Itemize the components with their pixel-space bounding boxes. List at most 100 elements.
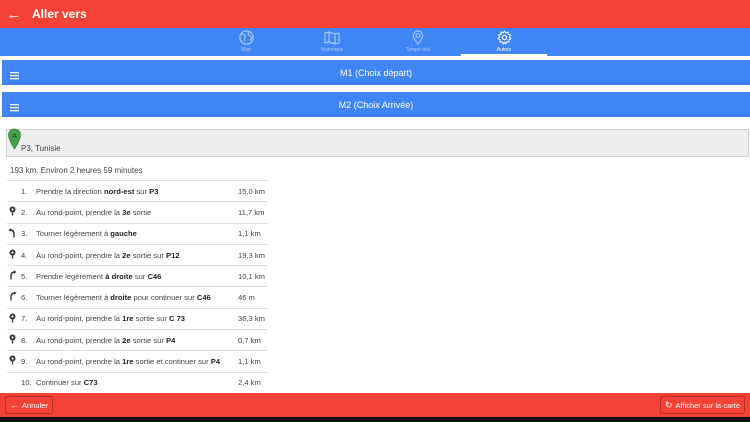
step-highlight: P3 [149, 186, 159, 196]
end-choice-label: M2 (Choix Arrivée) [338, 99, 414, 110]
step-description: Prendre légèrement à droite sur C46 [36, 272, 161, 281]
step-text: sortie et continuer sur [133, 357, 211, 367]
step-highlight: 1re [122, 314, 134, 324]
tab-historique[interactable]: Historique [289, 28, 375, 56]
step-text: pour continuer sur [131, 293, 197, 303]
tab-temps-reel[interactable]: Temps réel [375, 28, 461, 56]
direction-step: 1. Prendre la direction nord-est sur P3 15… [7, 180, 268, 201]
step-text: Au rond-point, prendre la [36, 335, 123, 345]
step-number: 9. [21, 357, 28, 367]
step-highlight: P4 [166, 335, 176, 345]
step-distance: 15,0 km [238, 186, 266, 196]
step-number: 6. [21, 293, 28, 303]
step-distance: 46 m [238, 293, 255, 303]
direction-step: 3. Tourner légèrement à gauche 1,1 km [7, 222, 268, 244]
step-description: Tourner légèrement à gauche [36, 229, 137, 238]
menu-icon[interactable] [10, 99, 19, 117]
tab-map[interactable]: Map [203, 28, 289, 56]
map-icon [324, 30, 340, 45]
step-highlight: 1re [122, 357, 134, 367]
step-text: sortie [130, 207, 152, 217]
direction-step: 2. Au rond-point, prendre la 3e sortie 11,… [7, 201, 268, 222]
tab-label: Map [241, 47, 251, 53]
step-highlight: droite [110, 293, 132, 303]
tab-bar: Map Historique Temps réel Autres [0, 28, 750, 56]
step-distance: 36,3 km [238, 314, 266, 324]
roundabout-icon [8, 249, 17, 259]
turn-right-icon [8, 291, 17, 301]
refresh-icon: ↻ [664, 399, 673, 410]
route-summary: 193 km. Environ 2 heures 59 minutes [10, 166, 143, 175]
step-description: Au rond-point, prendre la 1re sortie et … [36, 357, 220, 366]
step-highlight: P4 [210, 357, 221, 367]
step-highlight: 2e [122, 335, 131, 345]
step-highlight: nord-est [103, 186, 135, 196]
step-description: Au rond-point, prendre la 3e sortie [36, 208, 151, 217]
roundabout-icon [8, 206, 17, 216]
direction-step: 5. Prendre légèrement à droite sur C46 10,… [7, 265, 268, 286]
step-text: sortie sur [133, 314, 169, 324]
step-highlight: C46 [196, 293, 211, 303]
tab-autres[interactable]: Autres [461, 28, 547, 56]
location-pin-icon [412, 30, 424, 45]
tab-label: Historique [320, 47, 344, 53]
step-number: 7. [21, 314, 28, 324]
show-on-map-label: Afficher sur la carte [675, 400, 740, 410]
step-number: 8. [21, 335, 28, 345]
step-text: sur [132, 271, 148, 281]
directions-list: 1. Prendre la direction nord-est sur P3 15… [7, 180, 268, 393]
roundabout-icon [8, 313, 17, 323]
direction-step: 8. Au rond-point, prendre la 2e sortie su… [7, 329, 268, 350]
footer-bar: ← Annuler ↻ Afficher sur la carte [0, 393, 750, 417]
system-nav-strip [0, 417, 750, 422]
step-distance: 1,1 km [238, 229, 261, 239]
step-distance: 0,7 km [238, 335, 261, 345]
turn-right-icon [8, 270, 17, 280]
direction-step: 4. Au rond-point, prendre la 2e sortie su… [7, 243, 268, 265]
step-description: Prendre la direction nord-est sur P3 [36, 187, 158, 196]
step-description: Au rond-point, prendre la 2e sortie sur … [36, 251, 180, 260]
marker-pin-icon: A [8, 128, 21, 155]
app-header: ← Aller vers [0, 0, 750, 28]
direction-step: 6. Tourner légèrement à droite pour conti… [7, 286, 268, 307]
end-choice-bar[interactable]: M2 (Choix Arrivée) [2, 92, 750, 117]
step-distance: 1,1 km [238, 357, 261, 367]
step-number: 10. [21, 378, 32, 388]
step-text: sortie sur [130, 335, 167, 345]
step-text: Prendre la direction [36, 186, 104, 196]
step-highlight: P12 [166, 250, 180, 260]
direction-step: 7. Au rond-point, prendre la 1re sortie s… [7, 307, 268, 329]
gear-icon [496, 30, 512, 45]
arrow-left-icon: ← [10, 400, 19, 410]
step-highlight: C 73 [168, 314, 186, 324]
show-on-map-button[interactable]: ↻ Afficher sur la carte [659, 396, 745, 414]
step-text: Au rond-point, prendre la [36, 314, 123, 324]
step-highlight: à droite [105, 271, 133, 281]
step-description: Au rond-point, prendre la 2e sortie sur … [36, 336, 175, 345]
direction-step: 9. Au rond-point, prendre la 1re sortie e… [7, 350, 268, 371]
step-highlight: C73 [83, 378, 98, 388]
direction-step: 10. Continuer sur C73 2,4 km [7, 371, 268, 393]
marker-label: A [12, 133, 17, 140]
step-text: Au rond-point, prendre la [36, 250, 123, 260]
step-text: Prendre légèrement [36, 271, 106, 281]
step-highlight: gauche [110, 229, 137, 239]
tab-label: Autres [496, 47, 512, 53]
cancel-button[interactable]: ← Annuler [5, 396, 53, 414]
step-description: Au rond-point, prendre la 1re sortie sur… [36, 314, 185, 323]
menu-icon[interactable] [10, 67, 19, 85]
step-text: sur [134, 186, 150, 196]
step-distance: 10,1 km [238, 271, 266, 281]
step-description: Tourner légèrement à droite pour continu… [36, 293, 211, 302]
start-choice-label: M1 (Choix départ) [339, 67, 413, 78]
step-text: Continuer sur [36, 378, 84, 388]
start-choice-bar[interactable]: M1 (Choix départ) [2, 60, 750, 85]
arrow-left-icon[interactable]: ← [0, 6, 28, 23]
step-distance: 2,4 km [238, 378, 261, 388]
destination-text: P3, Tunisie [21, 144, 61, 153]
step-distance: 11,7 km [238, 207, 265, 217]
step-highlight: C46 [147, 271, 162, 281]
roundabout-icon [8, 334, 17, 344]
page-title: Aller vers [32, 7, 87, 21]
step-text: Au rond-point, prendre la [36, 207, 123, 217]
